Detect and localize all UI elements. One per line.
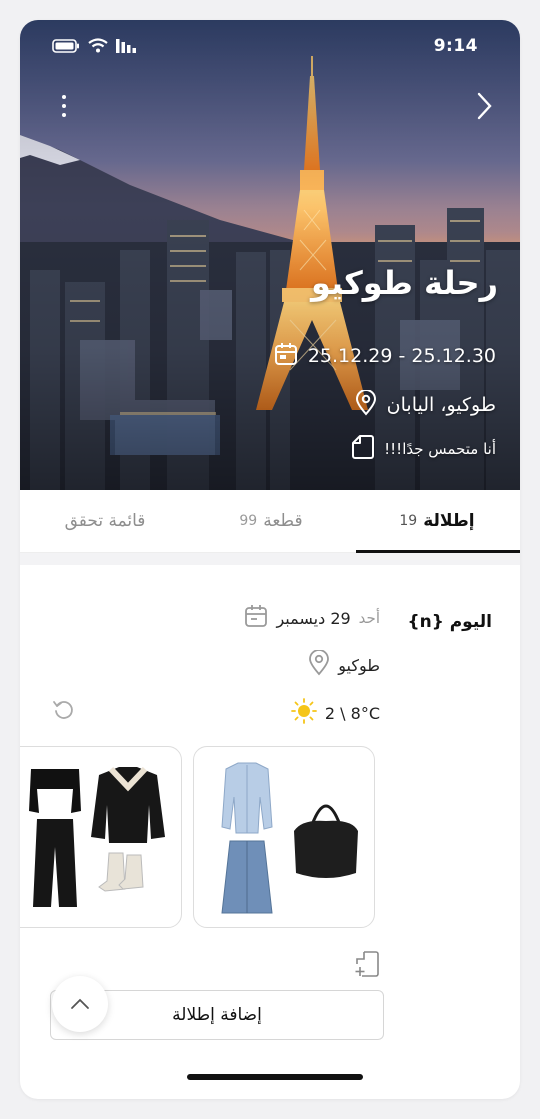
day-date-text: 29 ديسمبر: [276, 608, 351, 628]
tab-items-label: قطعة: [263, 511, 303, 531]
section-divider: [20, 553, 520, 565]
trip-note-text: أنا متحمس جدًا!!!: [384, 440, 496, 458]
tab-items-count: 99: [239, 513, 258, 529]
status-time: 9:14: [433, 36, 478, 56]
wifi-icon: [88, 38, 108, 57]
add-document-icon: [355, 951, 379, 977]
day-place-text: طوكيو: [338, 655, 380, 675]
trip-location-text: طوكيو، اليابان: [386, 394, 496, 416]
more-options-button[interactable]: [50, 92, 78, 120]
trip-location: طوكيو، اليابان: [355, 389, 496, 420]
tab-outfits[interactable]: إطلالة 19: [354, 490, 520, 553]
tab-outfits-label: إطلالة: [423, 511, 475, 531]
day-weekday: أحد: [358, 609, 380, 627]
home-indicator: [187, 1074, 363, 1080]
tab-items[interactable]: قطعة 99: [188, 490, 354, 552]
tab-bar: إطلالة 19 قطعة 99 قائمة تحقق: [20, 490, 520, 553]
trip-dates-text: 25.12.29 - 25.12.30: [307, 345, 496, 367]
outfit-card[interactable]: [20, 746, 182, 928]
outfit-card[interactable]: [193, 746, 375, 928]
add-outfit-shortcut[interactable]: [354, 950, 382, 978]
trip-hero: 9:14 رحلة طوكيو 25.12.29 - 25.12.30 طوكي…: [20, 20, 520, 490]
sun-icon: [291, 698, 317, 728]
scroll-to-top-button[interactable]: [52, 976, 108, 1032]
tab-outfits-count: 19: [399, 513, 418, 529]
chevron-up-icon: [71, 998, 89, 1009]
outfit-image: [221, 762, 358, 914]
trip-note: أنا متحمس جدًا!!!: [352, 434, 496, 464]
outfit-image: [29, 766, 165, 907]
phone-screen: 9:14 رحلة طوكيو 25.12.29 - 25.12.30 طوكي…: [20, 20, 520, 1099]
back-button[interactable]: [470, 92, 498, 120]
day-weather-text: 2 \ 8°C: [324, 703, 380, 723]
calendar-icon: [244, 604, 268, 632]
battery-icon: [52, 38, 80, 57]
tab-checklist[interactable]: قائمة تحقق: [22, 490, 188, 552]
day-date: 29 ديسمبر أحد: [244, 604, 380, 632]
outfit-cards: [20, 746, 520, 930]
trip-dates: 25.12.29 - 25.12.30: [274, 342, 496, 370]
location-pin-icon: [355, 389, 377, 420]
status-bar: 9:14: [20, 36, 520, 58]
day-place: طوكيو: [308, 649, 380, 680]
refresh-weather-button[interactable]: [52, 698, 78, 724]
status-icons: [52, 38, 138, 57]
day-weather: 2 \ 8°C: [291, 698, 380, 728]
tab-checklist-label: قائمة تحقق: [64, 511, 146, 531]
note-icon: [352, 434, 375, 464]
refresh-icon: [53, 701, 73, 719]
signal-icon: [116, 38, 138, 57]
calendar-icon: [274, 342, 298, 370]
trip-title: رحلة طوكيو: [310, 264, 498, 302]
chevron-right-icon: [477, 92, 492, 120]
more-vertical-icon: [62, 95, 66, 117]
location-pin-icon: [308, 649, 330, 680]
day-label: اليوم {n}: [407, 612, 492, 632]
